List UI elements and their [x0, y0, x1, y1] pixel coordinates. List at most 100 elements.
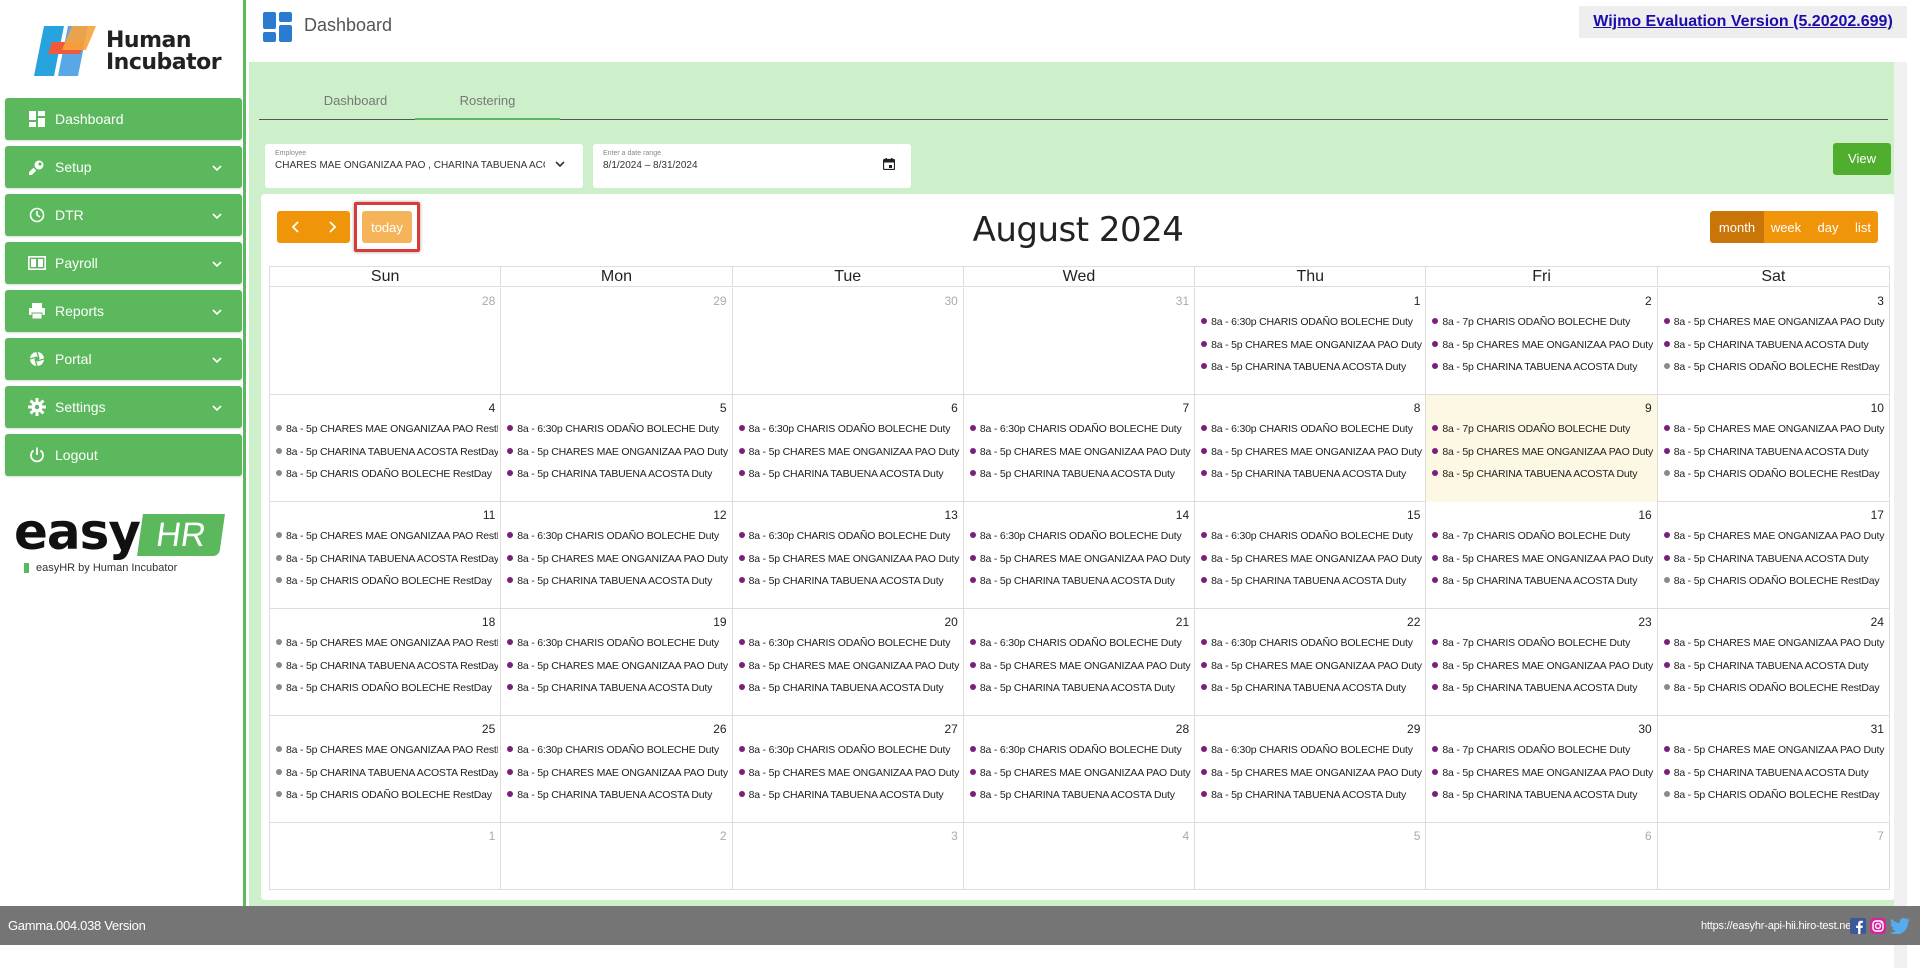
day-number[interactable]: 20 [944, 615, 957, 629]
calendar-day[interactable]: 7 [1658, 823, 1889, 889]
duty-event[interactable]: 8a - 5p CHARES MAE ONGANIZAA PAO Duty [1432, 660, 1654, 672]
calendar-day[interactable]: 2 8a - 7p CHARIS ODAÑO BOLECHE Duty 8a - 5… [1426, 288, 1658, 395]
duty-event[interactable]: 8a - 5p CHARES MAE ONGANIZAA PAO Duty [1663, 637, 1886, 649]
day-number[interactable]: 11 [483, 508, 495, 522]
duty-event[interactable]: 8a - 5p CHARINA TABUENA ACOSTA Duty [738, 468, 961, 480]
duty-event[interactable]: 8a - 6:30p CHARIS ODAÑO BOLECHE Duty [507, 530, 729, 542]
day-number[interactable]: 10 [1871, 401, 1884, 415]
duty-event[interactable]: 8a - 5p CHARINA TABUENA ACOSTA Duty [1432, 575, 1654, 587]
twitter-icon[interactable] [1890, 918, 1910, 934]
day-number[interactable]: 4 [489, 401, 496, 415]
duty-event[interactable]: 8a - 5p CHARES MAE ONGANIZAA PAO Duty [1201, 660, 1423, 672]
duty-event[interactable]: 8a - 7p CHARIS ODAÑO BOLECHE Duty [1432, 423, 1654, 435]
day-number[interactable]: 13 [944, 508, 957, 522]
calendar-day[interactable]: 23 8a - 7p CHARIS ODAÑO BOLECHE Duty 8a - … [1426, 609, 1658, 716]
day-number[interactable]: 15 [1407, 508, 1420, 522]
duty-event[interactable]: 8a - 5p CHARES MAE ONGANIZAA PAO Duty [1432, 553, 1654, 565]
view-button[interactable]: View [1833, 143, 1891, 175]
day-number[interactable]: 25 [482, 722, 495, 736]
calendar-day[interactable]: 31 [964, 288, 1196, 395]
day-number[interactable]: 30 [944, 294, 957, 308]
sidebar-item-payroll[interactable]: Payroll [5, 242, 242, 284]
sidebar-item-reports[interactable]: Reports [5, 290, 242, 332]
day-number[interactable]: 12 [713, 508, 726, 522]
duty-event[interactable]: 8a - 5p CHARES MAE ONGANIZAA PAO Duty [738, 660, 961, 672]
rest-day-event[interactable]: 8a - 5p CHARES MAE ONGANIZAA PAO RestDay [276, 423, 498, 435]
duty-event[interactable]: 8a - 6:30p CHARIS ODAÑO BOLECHE Duty [969, 530, 1192, 542]
day-number[interactable]: 23 [1638, 615, 1651, 629]
view-list-button[interactable]: list [1848, 211, 1878, 243]
sidebar-item-setup[interactable]: Setup [5, 146, 242, 188]
calendar-day[interactable]: 6 8a - 6:30p CHARIS ODAÑO BOLECHE Duty 8a … [733, 395, 964, 502]
tab-rostering[interactable]: Rostering [415, 82, 560, 120]
day-number[interactable]: 6 [1645, 829, 1652, 843]
calendar-day[interactable]: 14 8a - 6:30p CHARIS ODAÑO BOLECHE Duty 8a… [964, 502, 1196, 609]
calendar-day[interactable]: 12 8a - 6:30p CHARIS ODAÑO BOLECHE Duty 8a… [501, 502, 733, 609]
day-number[interactable]: 29 [1407, 722, 1420, 736]
duty-event[interactable]: 8a - 5p CHARINA TABUENA ACOSTA Duty [1432, 789, 1654, 801]
duty-event[interactable]: 8a - 7p CHARIS ODAÑO BOLECHE Duty [1432, 316, 1654, 328]
duty-event[interactable]: 8a - 5p CHARES MAE ONGANIZAA PAO Duty [1201, 553, 1423, 565]
calendar-day[interactable]: 31 8a - 5p CHARES MAE ONGANIZAA PAO Duty 8… [1658, 716, 1889, 823]
duty-event[interactable]: 8a - 5p CHARINA TABUENA ACOSTA Duty [969, 468, 1192, 480]
day-number[interactable]: 21 [1176, 615, 1189, 629]
rest-day-event[interactable]: 8a - 5p CHARIS ODAÑO BOLECHE RestDay [276, 789, 498, 801]
rest-day-event[interactable]: 8a - 5p CHARIS ODAÑO BOLECHE RestDay [1663, 468, 1886, 480]
duty-event[interactable]: 8a - 5p CHARINA TABUENA ACOSTA Duty [1663, 553, 1886, 565]
day-number[interactable]: 19 [713, 615, 726, 629]
calendar-day[interactable]: 29 8a - 6:30p CHARIS ODAÑO BOLECHE Duty 8a… [1195, 716, 1427, 823]
duty-event[interactable]: 8a - 6:30p CHARIS ODAÑO BOLECHE Duty [1201, 637, 1423, 649]
duty-event[interactable]: 8a - 6:30p CHARIS ODAÑO BOLECHE Duty [1201, 744, 1423, 756]
calendar-day[interactable]: 4 [964, 823, 1196, 889]
rest-day-event[interactable]: 8a - 5p CHARINA TABUENA ACOSTA RestDay [276, 660, 498, 672]
calendar-day-today[interactable]: 9 8a - 7p CHARIS ODAÑO BOLECHE Duty 8a - 5… [1426, 395, 1658, 502]
calendar-day[interactable]: 29 [501, 288, 733, 395]
duty-event[interactable]: 8a - 5p CHARINA TABUENA ACOSTA Duty [738, 575, 961, 587]
day-number[interactable]: 30 [1638, 722, 1651, 736]
duty-event[interactable]: 8a - 6:30p CHARIS ODAÑO BOLECHE Duty [1201, 316, 1423, 328]
duty-event[interactable]: 8a - 5p CHARES MAE ONGANIZAA PAO Duty [969, 660, 1192, 672]
duty-event[interactable]: 8a - 5p CHARES MAE ONGANIZAA PAO Duty [507, 767, 729, 779]
day-number[interactable]: 7 [1877, 829, 1884, 843]
duty-event[interactable]: 8a - 5p CHARINA TABUENA ACOSTA Duty [1201, 789, 1423, 801]
duty-event[interactable]: 8a - 6:30p CHARIS ODAÑO BOLECHE Duty [1201, 423, 1423, 435]
rest-day-event[interactable]: 8a - 5p CHARES MAE ONGANIZAA PAO RestDay [276, 744, 498, 756]
calendar-icon[interactable] [883, 158, 895, 170]
calendar-day[interactable]: 8 8a - 6:30p CHARIS ODAÑO BOLECHE Duty 8a … [1195, 395, 1427, 502]
duty-event[interactable]: 8a - 5p CHARINA TABUENA ACOSTA Duty [1663, 660, 1886, 672]
duty-event[interactable]: 8a - 7p CHARIS ODAÑO BOLECHE Duty [1432, 637, 1654, 649]
duty-event[interactable]: 8a - 6:30p CHARIS ODAÑO BOLECHE Duty [738, 530, 961, 542]
day-number[interactable]: 27 [944, 722, 957, 736]
day-number[interactable]: 7 [1182, 401, 1189, 415]
duty-event[interactable]: 8a - 5p CHARINA TABUENA ACOSTA Duty [969, 575, 1192, 587]
day-number[interactable]: 16 [1638, 508, 1651, 522]
duty-event[interactable]: 8a - 5p CHARINA TABUENA ACOSTA Duty [1201, 575, 1423, 587]
duty-event[interactable]: 8a - 5p CHARINA TABUENA ACOSTA Duty [1432, 682, 1654, 694]
calendar-day[interactable]: 19 8a - 6:30p CHARIS ODAÑO BOLECHE Duty 8a… [501, 609, 733, 716]
day-number[interactable]: 22 [1407, 615, 1420, 629]
view-week-button[interactable]: week [1764, 211, 1808, 243]
calendar-day[interactable]: 30 [733, 288, 964, 395]
calendar-day[interactable]: 1 8a - 6:30p CHARIS ODAÑO BOLECHE Duty 8a … [1195, 288, 1427, 395]
duty-event[interactable]: 8a - 5p CHARINA TABUENA ACOSTA Duty [1201, 682, 1423, 694]
site-url[interactable]: https://easyhr-api-hii.hiro-test.net [1701, 920, 1854, 932]
duty-event[interactable]: 8a - 5p CHARINA TABUENA ACOSTA Duty [507, 575, 729, 587]
calendar-day[interactable]: 6 [1426, 823, 1658, 889]
instagram-icon[interactable] [1870, 918, 1886, 934]
day-number[interactable]: 2 [720, 829, 727, 843]
duty-event[interactable]: 8a - 5p CHARINA TABUENA ACOSTA Duty [1201, 468, 1423, 480]
day-number[interactable]: 3 [951, 829, 958, 843]
wijmo-evaluation-link[interactable]: Wijmo Evaluation Version (5.20202.699) [1593, 13, 1893, 31]
duty-event[interactable]: 8a - 6:30p CHARIS ODAÑO BOLECHE Duty [738, 744, 961, 756]
duty-event[interactable]: 8a - 5p CHARES MAE ONGANIZAA PAO Duty [738, 446, 961, 458]
calendar-day[interactable]: 22 8a - 6:30p CHARIS ODAÑO BOLECHE Duty 8a… [1195, 609, 1427, 716]
duty-event[interactable]: 8a - 5p CHARES MAE ONGANIZAA PAO Duty [738, 553, 961, 565]
duty-event[interactable]: 8a - 5p CHARES MAE ONGANIZAA PAO Duty [1201, 446, 1423, 458]
day-number[interactable]: 4 [1182, 829, 1189, 843]
sidebar-item-portal[interactable]: Portal [5, 338, 242, 380]
duty-event[interactable]: 8a - 5p CHARINA TABUENA ACOSTA Duty [1663, 446, 1886, 458]
duty-event[interactable]: 8a - 5p CHARES MAE ONGANIZAA PAO Duty [507, 446, 729, 458]
duty-event[interactable]: 8a - 5p CHARINA TABUENA ACOSTA Duty [1663, 339, 1886, 351]
day-number[interactable]: 26 [713, 722, 726, 736]
duty-event[interactable]: 8a - 5p CHARINA TABUENA ACOSTA Duty [1663, 767, 1886, 779]
